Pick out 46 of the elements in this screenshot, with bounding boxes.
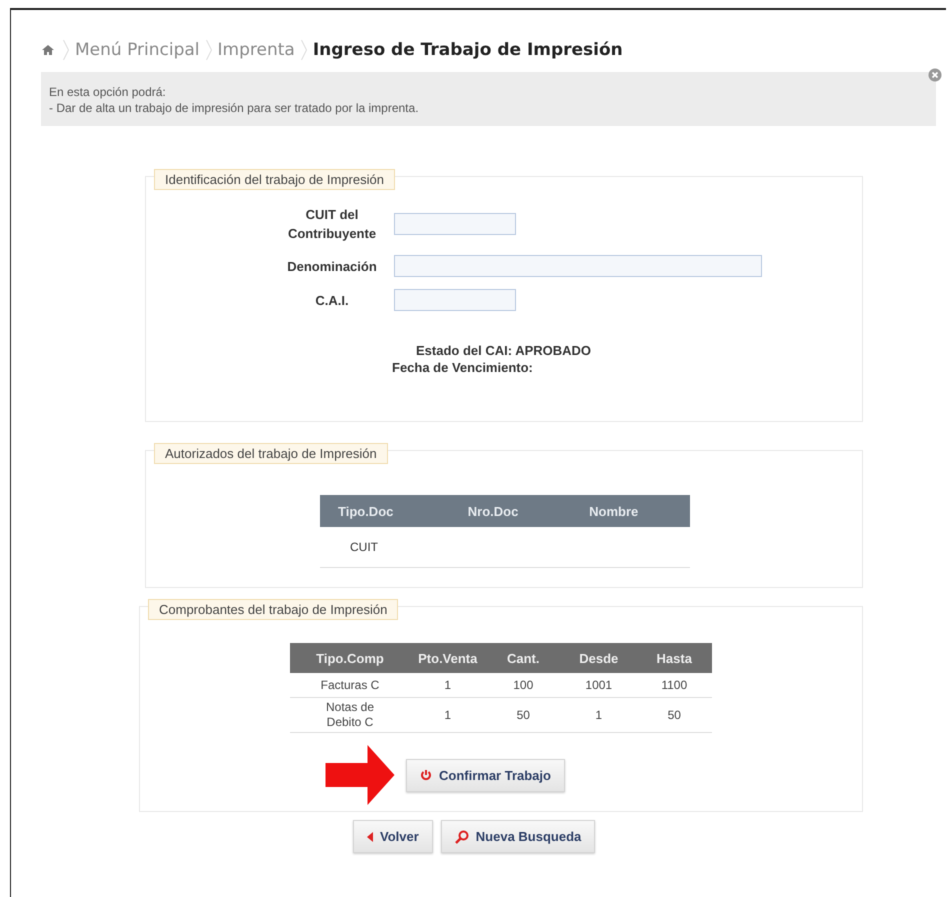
confirm-button[interactable]: Confirmar Trabajo	[406, 758, 565, 792]
table-cell: CUIT	[350, 540, 378, 554]
table-cell: 1100	[661, 678, 688, 692]
search-button[interactable]: Nueva Busqueda	[440, 820, 596, 853]
table-cell: Notas de Debito C	[326, 700, 374, 729]
expiry-label: Fecha de Vencimiento:	[392, 360, 534, 375]
separator-icon	[63, 40, 69, 60]
info-text: - Dar de alta un trabajo de impresión para ser tratado por la imprenta.	[49, 100, 420, 116]
separator-icon	[206, 40, 212, 60]
field-label: CUIT del Contribuyente	[286, 206, 378, 243]
column-header: Nro.Doc	[468, 504, 518, 518]
table-cell: 1	[595, 708, 602, 722]
table-cell: 100	[513, 678, 534, 692]
field-label: C.A.I.	[314, 292, 350, 310]
status-text: Estado del CAI: APROBADO	[416, 343, 592, 358]
close-icon[interactable]	[928, 68, 942, 82]
table-cell: 1001	[585, 678, 612, 692]
home-icon[interactable]	[41, 44, 55, 56]
search-icon	[454, 830, 469, 844]
table-cell: 1	[444, 678, 452, 692]
power-icon	[420, 769, 432, 781]
section-legend: Autorizados del trabajo de Impresión	[154, 443, 388, 464]
table-cell: Facturas C	[320, 678, 380, 692]
column-header: Tipo.Comp	[316, 650, 384, 666]
back-button[interactable]: Volver	[353, 820, 433, 853]
column-header: Cant.	[507, 650, 540, 666]
field-label: Denominación	[286, 258, 378, 276]
breadcrumb-item: Ingreso de Trabajo de Impresión	[312, 40, 623, 60]
column-header: Nombre	[589, 504, 638, 518]
breadcrumb-item[interactable]: Imprenta	[218, 40, 295, 60]
table-cell: 1	[444, 708, 452, 722]
section-legend: Comprobantes del trabajo de Impresión	[148, 599, 398, 620]
input-field[interactable]	[394, 255, 762, 277]
table-cell: 50	[516, 708, 530, 722]
section-legend: Identificación del trabajo de Impresión	[154, 169, 395, 190]
column-header: Hasta	[656, 650, 692, 666]
column-header: Pto.Venta	[418, 650, 478, 666]
column-header: Desde	[579, 650, 618, 666]
caret-icon	[367, 832, 373, 842]
table-cell: 50	[668, 708, 681, 722]
column-header: Tipo.Doc	[338, 504, 394, 518]
breadcrumb-item[interactable]: Menú Principal	[75, 40, 200, 60]
input-field[interactable]	[394, 213, 516, 235]
info-text: En esta opción podrá:	[49, 84, 167, 100]
input-field[interactable]	[394, 289, 516, 311]
separator-icon	[300, 40, 307, 60]
